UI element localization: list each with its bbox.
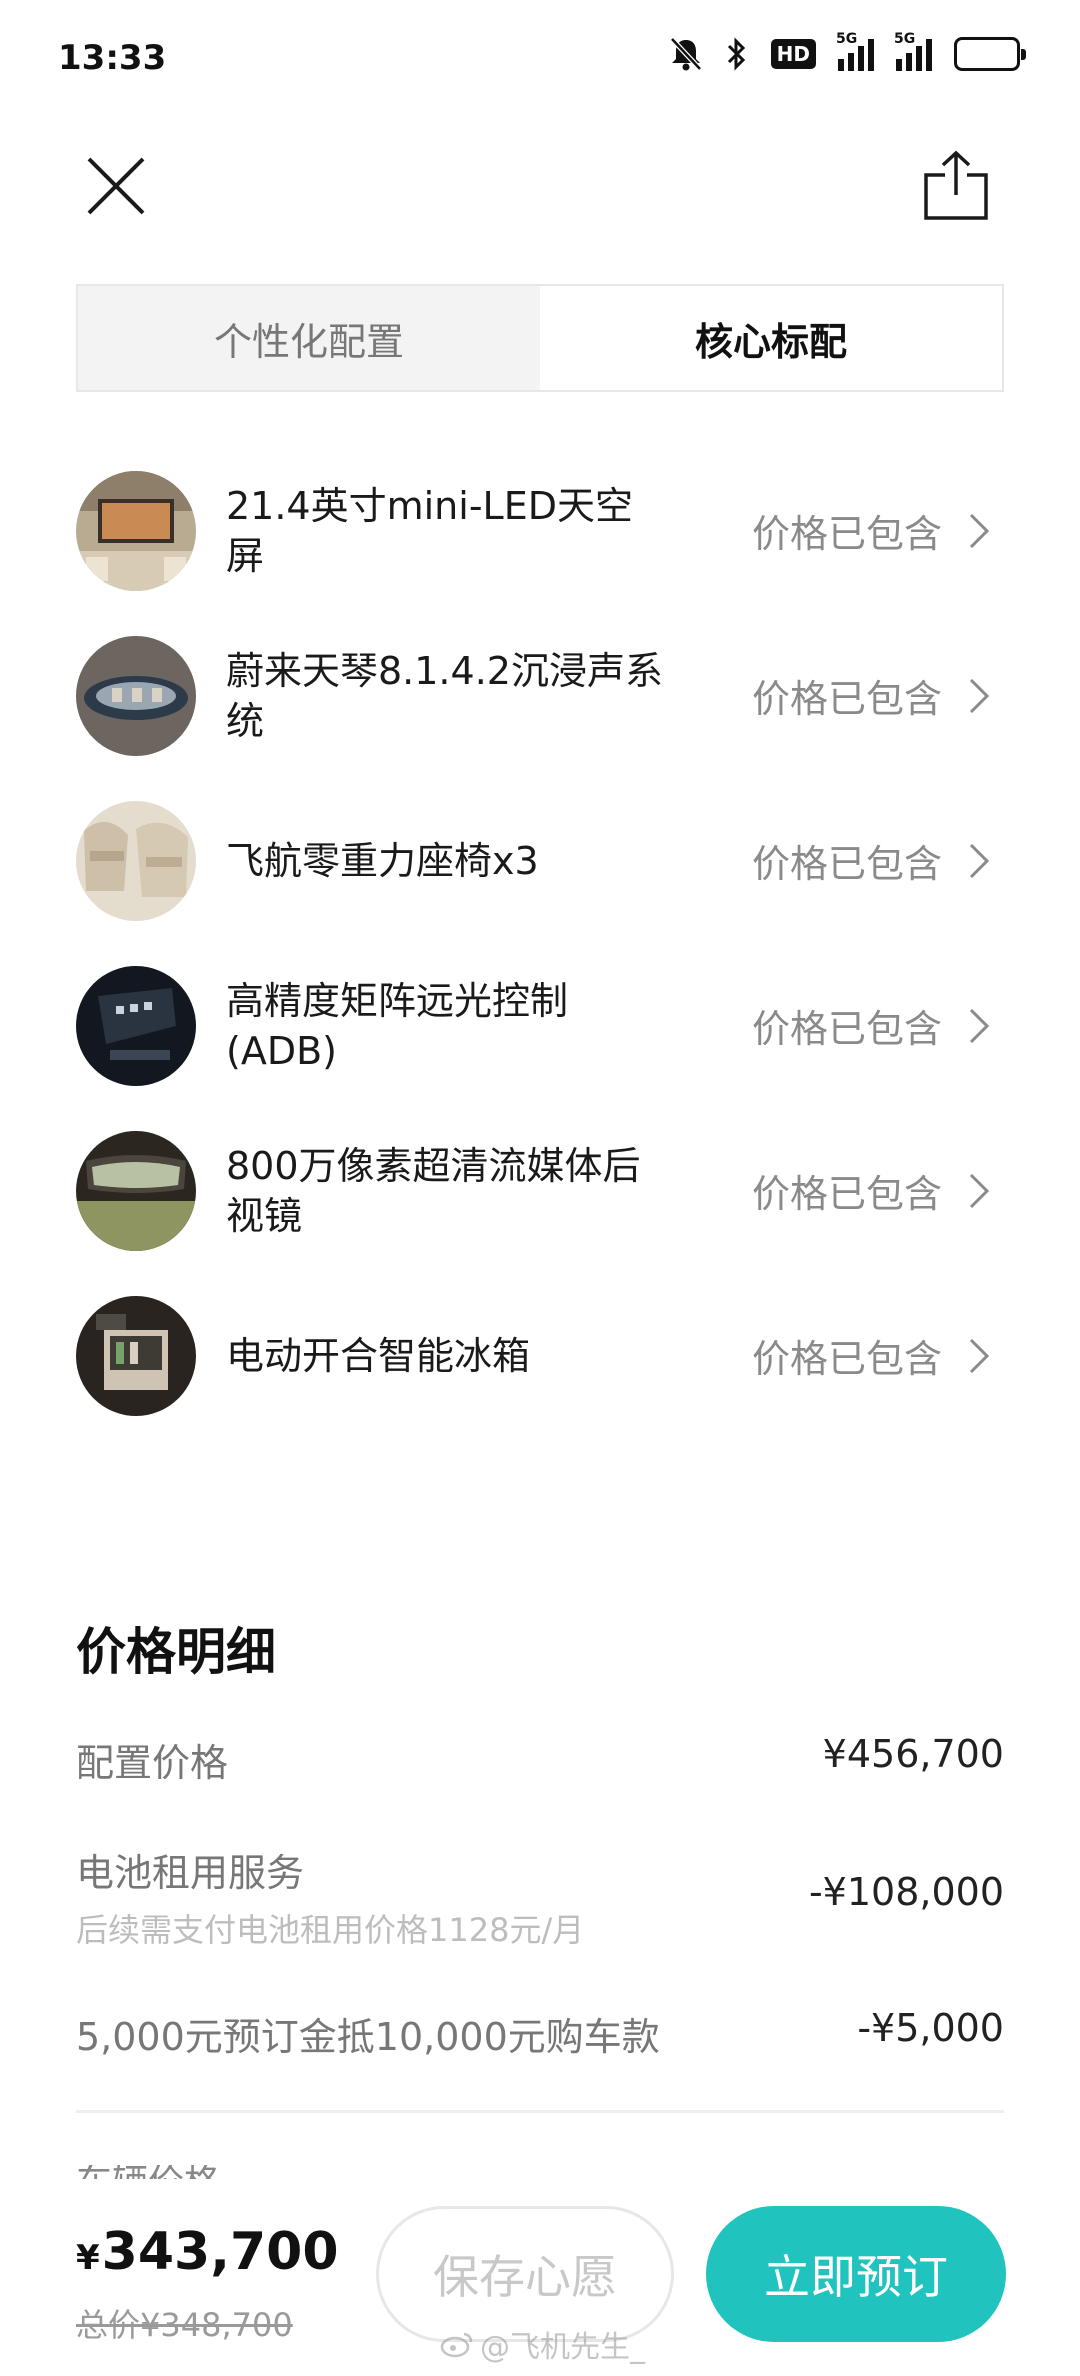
feature-price-status: 价格已包含: [751, 1007, 942, 1051]
audio-system-thumbnail: [76, 635, 196, 756]
feature-name: 高精度矩阵远光控制(ADB): [226, 978, 569, 1073]
feature-name: 电动开合智能冰箱: [226, 1333, 531, 1378]
fridge-thumbnail: [76, 1295, 196, 1416]
config-tabs: 个性化配置 核心标配: [76, 284, 1004, 392]
price-row-value: -¥108,000: [808, 1870, 1004, 1914]
feature-name: 800万像素超清流媒体后视镜: [226, 1143, 641, 1238]
status-icons: HD 5G 5G: [669, 31, 1026, 72]
close-icon: [87, 157, 145, 215]
partial-row-label: 车辆价格: [76, 2165, 220, 2179]
currency-symbol: ¥: [76, 2238, 100, 2278]
signal-strength-icon: 5G: [836, 31, 874, 71]
share-button[interactable]: [918, 145, 994, 225]
status-bar: 13:33 HD 5G 5G: [0, 0, 1080, 120]
divider: [76, 2110, 1004, 2113]
status-time: 13:33: [58, 38, 167, 78]
chevron-right-icon: [964, 1334, 994, 1378]
sky-screen-thumbnail: [76, 470, 196, 591]
chevron-right-icon: [964, 1169, 994, 1213]
mirror-thumbnail: [76, 1130, 196, 1251]
feature-price-status: 价格已包含: [751, 842, 942, 886]
feature-price-status: 价格已包含: [751, 512, 942, 556]
weibo-icon: [440, 2332, 473, 2358]
chevron-right-icon: [964, 1004, 994, 1048]
feature-price-status: 价格已包含: [751, 677, 942, 721]
price-row-value: ¥456,700: [822, 1732, 1004, 1776]
total-price-value: 343,700: [101, 2222, 339, 2282]
feature-item-audio-system[interactable]: 蔚来天琴8.1.4.2沉浸声系统 价格已包含: [76, 613, 1004, 778]
feature-item-smart-fridge[interactable]: 电动开合智能冰箱 价格已包含: [76, 1273, 1004, 1438]
original-price: 总价¥348,700: [76, 2306, 293, 2344]
battery-icon: [954, 37, 1026, 71]
tab-core-standard[interactable]: 核心标配: [540, 286, 1002, 390]
feature-name: 蔚来天琴8.1.4.2沉浸声系统: [226, 648, 663, 743]
feature-item-zero-gravity-seats[interactable]: 飞航零重力座椅x3 价格已包含: [76, 778, 1004, 943]
headlight-thumbnail: [76, 965, 196, 1086]
price-row-battery-rental: 电池租用服务 后续需支付电池租用价格1128元/月 -¥108,000: [76, 1842, 1004, 1951]
close-button[interactable]: [80, 150, 152, 222]
share-icon: [924, 150, 988, 220]
bell-muted-icon: [669, 36, 703, 72]
hd-voice-icon: HD: [770, 39, 816, 69]
feature-item-streaming-mirror[interactable]: 800万像素超清流媒体后视镜 价格已包含: [76, 1108, 1004, 1273]
seats-thumbnail: [76, 800, 196, 921]
feature-price-status: 价格已包含: [751, 1172, 942, 1216]
price-row-config: 配置价格 ¥456,700: [76, 1732, 1004, 1787]
signal-strength-icon-2: 5G: [894, 31, 932, 71]
bluetooth-icon: [725, 36, 749, 72]
feature-item-adb-headlight[interactable]: 高精度矩阵远光控制(ADB) 价格已包含: [76, 943, 1004, 1108]
watermark: @飞机先生_: [440, 2322, 645, 2366]
tab-personalized-config[interactable]: 个性化配置: [78, 286, 540, 390]
price-detail-title: 价格明细: [76, 1623, 276, 1681]
price-row-deposit: 5,000元预订金抵10,000元购车款 -¥5,000: [76, 2006, 1004, 2061]
total-price: ¥343,700: [76, 2222, 339, 2282]
price-row-value: -¥5,000: [857, 2006, 1004, 2050]
feature-list: 21.4英寸mini-LED天空屏 价格已包含 蔚来天琴8.1.4.2沉浸声系统…: [76, 448, 1004, 1438]
order-now-button[interactable]: 立即预订: [706, 2206, 1006, 2342]
watermark-text: @飞机先生_: [480, 2330, 645, 2365]
chevron-right-icon: [964, 509, 994, 553]
chevron-right-icon: [964, 674, 994, 718]
feature-name: 21.4英寸mini-LED天空屏: [226, 483, 633, 578]
feature-name: 飞航零重力座椅x3: [226, 838, 539, 883]
feature-item-sky-screen[interactable]: 21.4英寸mini-LED天空屏 价格已包含: [76, 448, 1004, 613]
feature-price-status: 价格已包含: [751, 1337, 942, 1381]
chevron-right-icon: [964, 839, 994, 883]
